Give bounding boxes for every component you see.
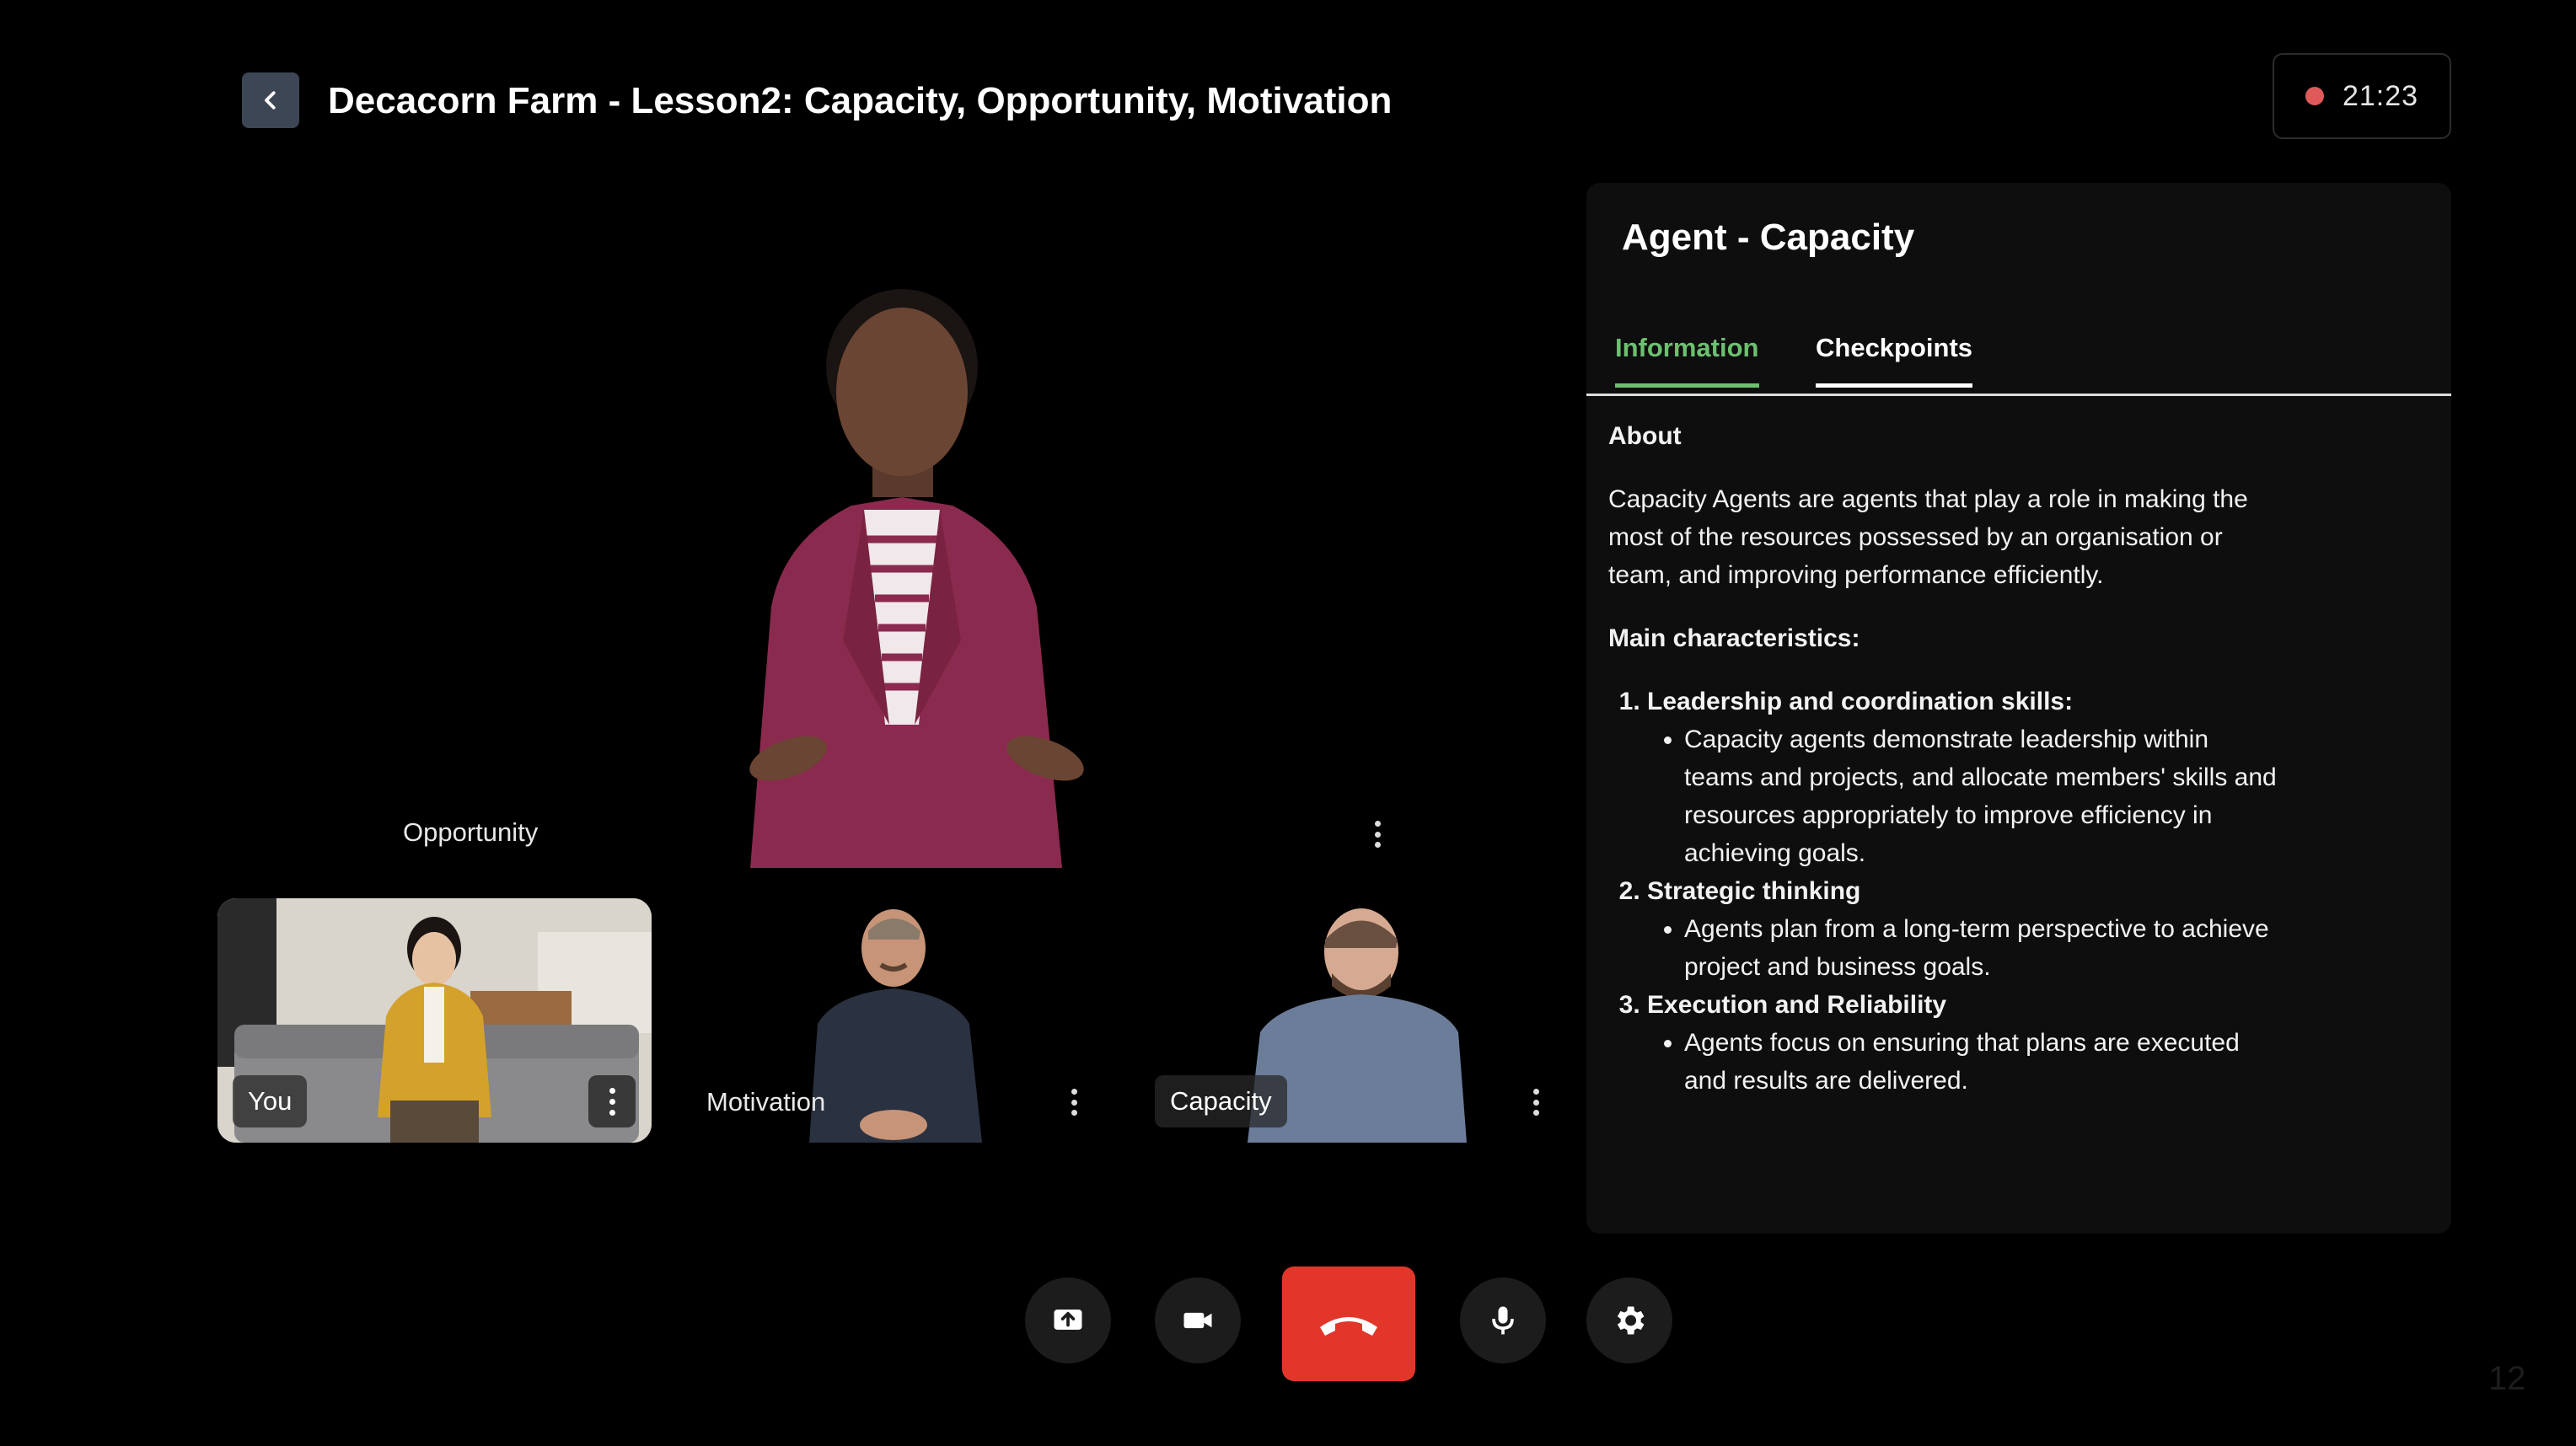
tab-divider xyxy=(1586,394,2451,396)
characteristics-heading: Main characteristics: xyxy=(1608,624,1860,652)
capacity-more-icon[interactable] xyxy=(1527,1084,1544,1121)
lesson-title: Decacorn Farm - Lesson2: Capacity, Oppor… xyxy=(328,80,1393,121)
back-button[interactable] xyxy=(242,72,299,128)
list-item-detail: Capacity agents demonstrate leadership w… xyxy=(1684,720,2283,872)
recording-timer: 21:23 xyxy=(2273,53,2451,139)
microphone-button[interactable] xyxy=(1460,1277,1546,1363)
recording-dot-icon xyxy=(2305,87,2324,105)
timer-text: 21:23 xyxy=(2342,79,2419,112)
chevron-left-icon xyxy=(265,91,276,110)
tab-checkpoints[interactable]: Checkpoints xyxy=(1816,333,1973,388)
motivation-video xyxy=(809,909,982,1143)
settings-button[interactable] xyxy=(1586,1277,1672,1363)
hang-up-icon xyxy=(1320,1317,1377,1336)
list-item: Strategic thinking Agents plan from a lo… xyxy=(1647,872,2283,986)
share-screen-button[interactable] xyxy=(1025,1277,1111,1363)
motivation-more-icon[interactable] xyxy=(1065,1084,1082,1121)
main-speaker-more-icon[interactable] xyxy=(1369,816,1386,853)
tab-information[interactable]: Information xyxy=(1615,333,1759,388)
microphone-icon xyxy=(1492,1306,1514,1335)
opportunity-label: Opportunity xyxy=(403,817,539,847)
motivation-label: Motivation xyxy=(706,1087,826,1117)
list-item: Leadership and coordination skills: Capa… xyxy=(1647,683,2283,872)
about-text: Capacity Agents are agents that play a r… xyxy=(1608,485,2248,589)
you-label: You xyxy=(233,1075,308,1127)
list-item: Execution and Reliability Agents focus o… xyxy=(1647,986,2283,1100)
list-item-detail: Agents plan from a long-term perspective… xyxy=(1684,910,2283,986)
end-call-button[interactable] xyxy=(1282,1267,1415,1381)
panel-content: About Capacity Agents are agents that pl… xyxy=(1608,417,2283,1100)
agent-info-panel: Agent - Capacity Information Checkpoints… xyxy=(1586,183,2451,1234)
page-number: 12 xyxy=(2488,1360,2526,1397)
camera-icon xyxy=(1183,1312,1212,1329)
capacity-label: Capacity xyxy=(1155,1075,1287,1127)
gear-icon xyxy=(1617,1306,1645,1335)
panel-title: Agent - Capacity xyxy=(1622,217,1915,258)
participant-tile-you[interactable]: You xyxy=(217,898,652,1143)
share-screen-icon xyxy=(1054,1309,1082,1330)
camera-button[interactable] xyxy=(1155,1277,1241,1363)
main-speaker-video xyxy=(749,289,1084,868)
list-item-detail: Agents focus on ensuring that plans are … xyxy=(1684,1024,2283,1100)
characteristics-list: Leadership and coordination skills: Capa… xyxy=(1608,683,2283,1100)
you-more-icon[interactable] xyxy=(588,1075,636,1127)
about-heading: About xyxy=(1608,422,1682,450)
